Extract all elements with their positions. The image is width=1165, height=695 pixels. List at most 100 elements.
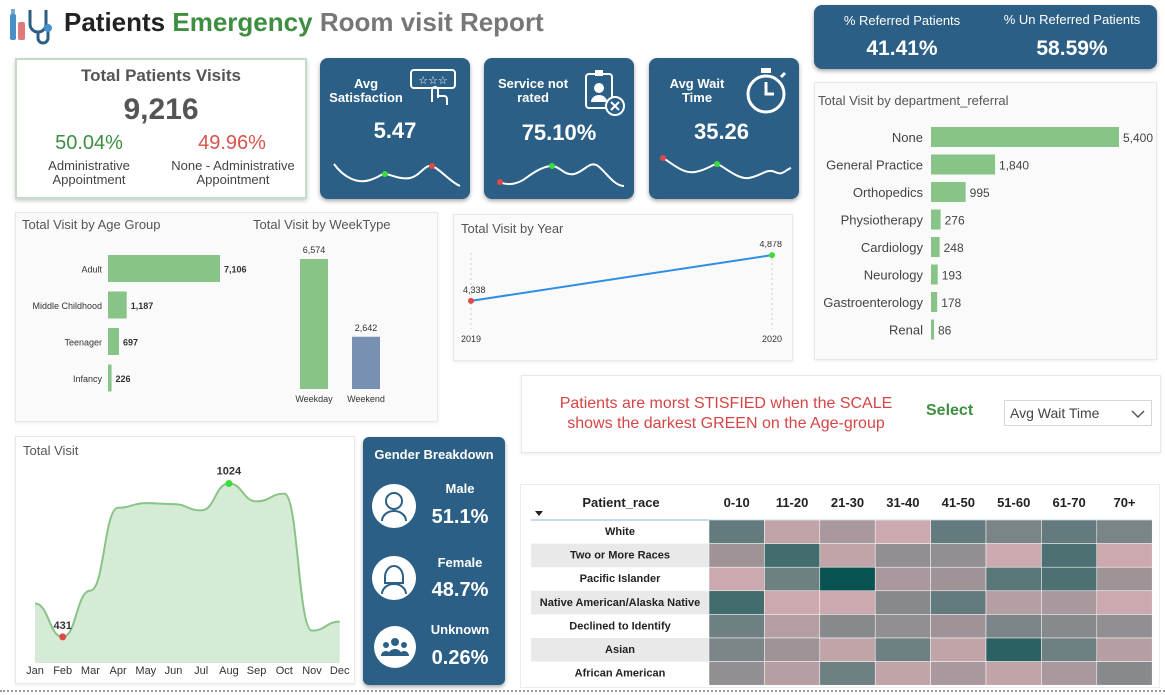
month-tick-label: Dec [330,665,350,677]
gender-item-female: Female 48.7% [363,551,505,615]
weektype-category-label: Weekend [347,394,385,404]
kpi-label: Avg Wait Time [669,76,725,105]
age-group-title: Total Visit by Age Group [22,217,161,232]
month-tick-label: May [135,665,156,677]
year-tick-label: 2019 [461,334,481,344]
insight-card: Patients are morst STISFIED when the SCA… [521,375,1161,453]
heatmap-row-header: Patient_race [582,495,659,510]
title-word-rest: Room visit Report [319,7,544,37]
month-tick-label: Jun [165,665,183,677]
non-admin-pct: 49.96% [198,132,266,154]
insight-line-1: Patients are morst STISFIED when the SCA… [559,395,893,412]
heatmap-cell [764,566,821,592]
department-referral-card: Total Visit by department_referral None 5… [814,82,1157,360]
heatmap-cell [764,519,821,544]
age-category-label: Infancy [73,374,103,384]
heatmap-cell [708,590,765,615]
month-tick-label: Jul [194,665,208,677]
select-label: Select [926,402,974,419]
dept-bar [931,182,966,202]
wait-time-sparkline [660,155,792,180]
total-visit-annotation-label: 431 [54,620,72,632]
stethoscope-icon [10,9,52,45]
heatmap-column-label: 41-50 [942,495,975,510]
age-value-label: 226 [116,374,131,384]
heatmap-cell [1096,661,1153,686]
heatmap-cell [985,543,1042,568]
metric-dropdown[interactable]: Avg Wait Time [1004,400,1152,426]
department-referral-title: Total Visit by department_referral [818,93,1009,108]
age-category-label: Middle Childhood [32,301,102,311]
month-tick-label: Sep [247,665,267,677]
weektype-value-label: 2,642 [355,323,378,333]
heatmap-cell [708,661,765,686]
gender-breakdown-card: Gender Breakdown Male 51.1% Female 48.7%… [363,437,505,685]
gender-label: Male [445,481,475,496]
age-value-label: 1,187 [131,301,154,311]
page-title: Patients Emergency Room visit Report [64,7,544,38]
heatmap-row-label: Pacific Islander [580,573,661,585]
gender-value: 51.1% [431,506,489,528]
dept-category-label: General Practice [826,158,923,173]
heatmap-cell [1041,543,1098,568]
heatmap-card: Patient_race 0-10 11-20 21-30 31-40 41-50 51-6… [520,484,1160,688]
by-year-chart: 4,338 4,878 2019 2020 [461,241,782,344]
heatmap-row-label: Asian [605,644,635,656]
chevron-down-icon [1131,410,1145,419]
heatmap-row-label: Two or More Races [570,550,670,562]
age-value-label: 7,106 [224,265,247,275]
weektype-title: Total Visit by WeekType [253,217,391,232]
id-badge-x-icon [585,70,625,116]
total-visits-value: 9,216 [123,93,199,126]
year-point [769,252,775,259]
gender-item-unknown: Unknown 0.26% [363,619,505,683]
gender-value: 0.26% [431,647,489,669]
heatmap-cell [1041,566,1098,592]
month-tick-label: Nov [302,665,322,677]
stopwatch-icon [746,68,787,114]
dept-value-label: 5,400 [1123,131,1153,145]
heatmap-row-label: Declined to Identify [569,620,671,632]
age-bar [108,364,112,392]
admin-label: Administrative Appointment [48,158,130,187]
dept-value-label: 178 [941,296,961,310]
heatmap-column-label: 51-60 [997,495,1030,510]
age-weektype-card: Total Visit by Age Group Total Visit by … [15,212,438,422]
heatmap-cell [1041,661,1098,686]
total-visits-title: Total Patients Visits [81,66,241,85]
dept-bar [931,127,1119,147]
heatmap-cell [1041,590,1098,615]
heatmap-column-label: 0-10 [724,495,750,510]
heatmap-cell [819,543,876,568]
heatmap-cell [930,566,987,592]
heatmap-cell [819,566,876,592]
heatmap-cell [764,543,821,568]
age-group-chart: Adult 7,106 Middle Childhood 1,187 Teenager 6… [32,255,247,392]
month-tick-label: Jan [26,665,44,677]
total-visit-chart: Jan Feb Mar Apr May Jun Jul Aug Sep Oct Nov Dec 431 1… [26,465,350,677]
by-year-card: Total Visit by Year 4,338 4,878 2019 2020 [453,214,793,361]
weektype-chart: 6,574 Weekday 2,642 Weekend [295,245,385,404]
insight-line-2: shows the darkest GREEN on the Age-group [567,415,885,432]
heatmap-cell [985,637,1042,662]
kpi-value: 35.26 [693,119,750,144]
heatmap-row-label: Native American/Alaska Native [540,597,700,609]
heatmap-cell [764,661,821,686]
not-rated-sparkline [497,163,625,187]
heatmap-cell [1096,614,1153,639]
heatmap-cell [930,543,987,568]
year-tick-label: 2020 [762,334,782,344]
unreferred-value: 58.59% [1036,37,1108,60]
heatmap-row-label: African American [575,668,666,680]
race-age-heatmap: Patient_race 0-10 11-20 21-30 31-40 41-50 51-6… [531,495,1153,686]
heatmap-cell [708,566,765,592]
rating-stars-icon: ☆☆☆ [410,69,456,105]
weektype-category-label: Weekday [295,394,333,404]
heatmap-cell [930,637,987,662]
kpi-card-satisfaction: Avg Satisfaction ☆☆☆ 5.47 [320,58,470,199]
gender-item-male: Male 51.1% [363,477,505,541]
bottom-divider [0,690,1165,692]
heatmap-cell [1041,519,1098,544]
kpi-value: 75.10% [521,120,597,145]
heatmap-cell [930,661,987,686]
